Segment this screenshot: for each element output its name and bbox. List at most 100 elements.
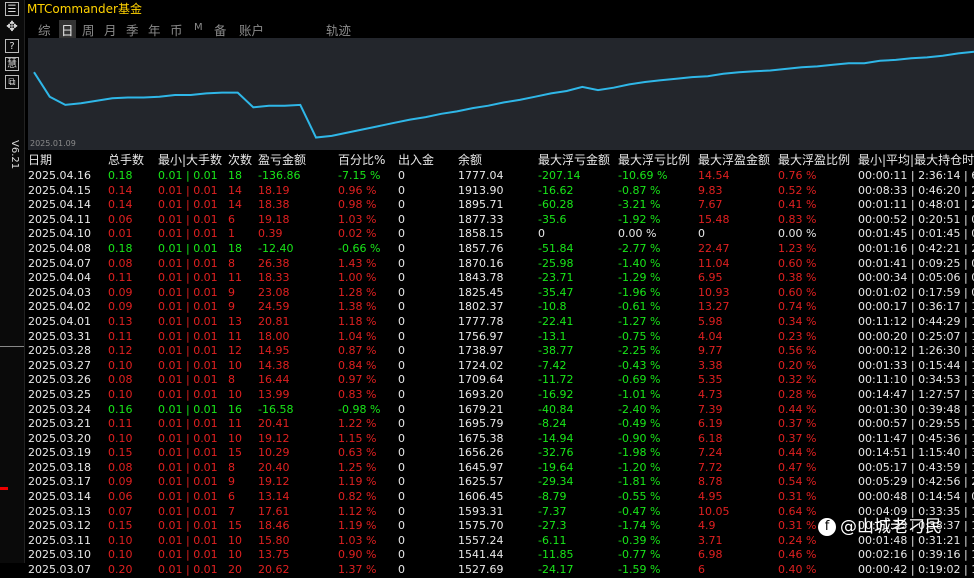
cell-deposit: 0 bbox=[398, 446, 405, 460]
cell-hold-time: 00:00:12 | 1:26:30 | 3:04:44 bbox=[858, 344, 974, 358]
cell-percent: 0.82 % bbox=[338, 490, 377, 504]
cell-total-lots: 0.08 bbox=[108, 460, 133, 474]
cell-total-lots: 0.09 bbox=[108, 285, 133, 299]
table-row[interactable]: 2025.03.28 0.12 0.01 | 0.01 12 14.95 0.87 % 0 1… bbox=[28, 344, 974, 359]
hdr-max-float-profit-pct[interactable]: 最大浮盈比例 bbox=[778, 152, 850, 169]
cell-min-max-lots: 0.01 | 0.01 bbox=[158, 300, 218, 314]
cell-count: 11 bbox=[228, 271, 242, 285]
hdr-balance[interactable]: 余额 bbox=[458, 152, 482, 169]
table-row[interactable]: 2025.03.20 0.10 0.01 | 0.01 10 19.12 1.15 % 0 1… bbox=[28, 432, 974, 447]
table-row[interactable]: 2025.03.18 0.08 0.01 | 0.01 8 20.40 1.25 % 0 16… bbox=[28, 461, 974, 476]
cell-max-float-profit-pct: 0.44 % bbox=[778, 402, 817, 416]
table-row[interactable]: 2025.03.24 0.16 0.01 | 0.01 16 -16.58 -0.98 %… bbox=[28, 403, 974, 418]
cell-profit-loss: 20.62 bbox=[258, 563, 290, 577]
hdr-hold-time[interactable]: 最小|平均|最大持仓时间 bbox=[858, 152, 974, 169]
table-row[interactable]: 2025.04.04 0.11 0.01 | 0.01 11 18.33 1.00 % 0 1… bbox=[28, 271, 974, 286]
table-row[interactable]: 2025.04.08 0.18 0.01 | 0.01 18 -12.40 -0.66 %… bbox=[28, 242, 974, 257]
window-icon[interactable]: ⧉ bbox=[5, 75, 19, 89]
tab-week[interactable]: 周 bbox=[82, 20, 95, 39]
cell-count: 10 bbox=[228, 431, 242, 445]
cell-date: 2025.03.20 bbox=[28, 431, 91, 445]
equity-chart bbox=[28, 38, 974, 150]
hdr-profit-loss[interactable]: 盈亏金额 bbox=[258, 152, 306, 169]
table-row[interactable]: 2025.04.03 0.09 0.01 | 0.01 9 23.08 1.28 % 0 18… bbox=[28, 286, 974, 301]
cell-deposit: 0 bbox=[398, 300, 405, 314]
cell-total-lots: 0.10 bbox=[108, 548, 133, 562]
hdr-percent[interactable]: 百分比% bbox=[338, 152, 385, 169]
tab-account[interactable]: 账户 bbox=[239, 20, 264, 39]
tab-month[interactable]: 月 bbox=[104, 20, 117, 39]
wisdom-icon[interactable]: 慧 bbox=[5, 57, 19, 71]
cell-deposit: 0 bbox=[398, 314, 405, 328]
table-row[interactable]: 2025.03.10 0.10 0.01 | 0.01 10 13.75 0.90 % 0 1… bbox=[28, 548, 974, 563]
tab-year[interactable]: 年 bbox=[148, 20, 161, 39]
cell-max-drawdown: -19.64 bbox=[538, 460, 574, 474]
cell-date: 2025.03.24 bbox=[28, 402, 91, 416]
cell-profit-loss: 20.40 bbox=[258, 460, 290, 474]
tab-m[interactable]: M bbox=[194, 22, 203, 33]
cell-max-drawdown-pct: -1.40 % bbox=[618, 256, 661, 270]
cell-max-float-profit: 6 bbox=[698, 563, 705, 577]
hdr-max-drawdown-pct[interactable]: 最大浮亏比例 bbox=[618, 152, 690, 169]
cell-max-drawdown: -27.3 bbox=[538, 519, 567, 533]
cell-balance: 1679.21 bbox=[458, 402, 504, 416]
cell-min-max-lots: 0.01 | 0.01 bbox=[158, 504, 218, 518]
cell-max-drawdown: -16.62 bbox=[538, 183, 574, 197]
table-row[interactable]: 2025.03.25 0.10 0.01 | 0.01 10 13.99 0.83 % 0 1… bbox=[28, 388, 974, 403]
tab-overview[interactable]: 综 bbox=[38, 20, 51, 39]
cell-min-max-lots: 0.01 | 0.01 bbox=[158, 533, 218, 547]
tab-track[interactable]: 轨迹 bbox=[326, 20, 351, 39]
cell-max-float-profit: 15.48 bbox=[698, 212, 730, 226]
table-row[interactable]: 2025.03.17 0.09 0.01 | 0.01 9 19.12 1.19 % 0 16… bbox=[28, 475, 974, 490]
menu-icon[interactable]: ☰ bbox=[5, 2, 19, 16]
hdr-total-lots[interactable]: 总手数 bbox=[108, 152, 144, 169]
table-row[interactable]: 2025.03.26 0.08 0.01 | 0.01 8 16.44 0.97 % 0 17… bbox=[28, 373, 974, 388]
table-row[interactable]: 2025.04.14 0.14 0.01 | 0.01 14 18.38 0.98 % 0 1… bbox=[28, 198, 974, 213]
cell-date: 2025.03.14 bbox=[28, 490, 91, 504]
tab-quarter[interactable]: 季 bbox=[126, 20, 139, 39]
tab-currency[interactable]: 币 bbox=[170, 20, 183, 39]
cell-min-max-lots: 0.01 | 0.01 bbox=[158, 460, 218, 474]
move-icon[interactable]: ✥ bbox=[5, 20, 19, 34]
table-row[interactable]: 2025.04.10 0.01 0.01 | 0.01 1 0.39 0.02 % 0 185… bbox=[28, 227, 974, 242]
table-row[interactable]: 2025.04.02 0.09 0.01 | 0.01 9 24.59 1.38 % 0 18… bbox=[28, 300, 974, 315]
table-row[interactable]: 2025.03.19 0.15 0.01 | 0.01 15 10.29 0.63 % 0 1… bbox=[28, 446, 974, 461]
cell-min-max-lots: 0.01 | 0.01 bbox=[158, 344, 218, 358]
table-row[interactable]: 2025.04.16 0.18 0.01 | 0.01 18 -136.86 -7.15 … bbox=[28, 169, 974, 184]
cell-balance: 1541.44 bbox=[458, 548, 504, 562]
hdr-count[interactable]: 次数 bbox=[228, 152, 252, 169]
cell-balance: 1895.71 bbox=[458, 198, 504, 212]
table-row[interactable]: 2025.03.14 0.06 0.01 | 0.01 6 13.14 0.82 % 0 16… bbox=[28, 490, 974, 505]
hdr-min-max-lots[interactable]: 最小|大手数 bbox=[158, 152, 222, 169]
cell-count: 8 bbox=[228, 460, 235, 474]
table-row[interactable]: 2025.03.31 0.11 0.01 | 0.01 11 18.00 1.04 % 0 1… bbox=[28, 330, 974, 345]
cell-date: 2025.04.15 bbox=[28, 183, 91, 197]
tab-day[interactable]: 日 bbox=[59, 20, 76, 39]
cell-count: 14 bbox=[228, 198, 242, 212]
tab-backup[interactable]: 备 bbox=[214, 20, 227, 39]
cell-date: 2025.04.02 bbox=[28, 300, 91, 314]
cell-date: 2025.03.11 bbox=[28, 533, 91, 547]
table-row[interactable]: 2025.04.15 0.14 0.01 | 0.01 14 18.19 0.96 % 0 1… bbox=[28, 184, 974, 199]
hdr-max-float-profit[interactable]: 最大浮盈金额 bbox=[698, 152, 770, 169]
cell-date: 2025.03.07 bbox=[28, 563, 91, 577]
cell-max-float-profit: 4.95 bbox=[698, 490, 723, 504]
cell-percent: 0.96 % bbox=[338, 183, 377, 197]
table-row[interactable]: 2025.04.11 0.06 0.01 | 0.01 6 19.18 1.03 % 0 18… bbox=[28, 213, 974, 228]
cell-max-drawdown: -35.47 bbox=[538, 285, 574, 299]
cell-min-max-lots: 0.01 | 0.01 bbox=[158, 241, 218, 255]
help-icon[interactable]: ? bbox=[5, 39, 19, 53]
hdr-max-drawdown[interactable]: 最大浮亏金额 bbox=[538, 152, 610, 169]
cell-date: 2025.04.16 bbox=[28, 169, 91, 182]
table-row[interactable]: 2025.03.07 0.20 0.01 | 0.01 20 20.62 1.37 % 0 1… bbox=[28, 563, 974, 578]
table-row[interactable]: 2025.03.27 0.10 0.01 | 0.01 10 14.38 0.84 % 0 1… bbox=[28, 359, 974, 374]
cell-balance: 1825.45 bbox=[458, 285, 504, 299]
cell-min-max-lots: 0.01 | 0.01 bbox=[158, 446, 218, 460]
hdr-deposit[interactable]: 出入金 bbox=[398, 152, 434, 169]
table-row[interactable]: 2025.04.01 0.13 0.01 | 0.01 13 20.81 1.18 % 0 1… bbox=[28, 315, 974, 330]
table-row[interactable]: 2025.04.07 0.08 0.01 | 0.01 8 26.38 1.43 % 0 18… bbox=[28, 257, 974, 272]
hdr-date[interactable]: 日期 bbox=[28, 152, 52, 169]
cell-hold-time: 00:01:11 | 0:48:01 | 2:33:04 bbox=[858, 198, 974, 212]
table-row[interactable]: 2025.03.21 0.11 0.01 | 0.01 11 20.41 1.22 % 0 1… bbox=[28, 417, 974, 432]
cell-max-float-profit-pct: 0.54 % bbox=[778, 475, 817, 489]
